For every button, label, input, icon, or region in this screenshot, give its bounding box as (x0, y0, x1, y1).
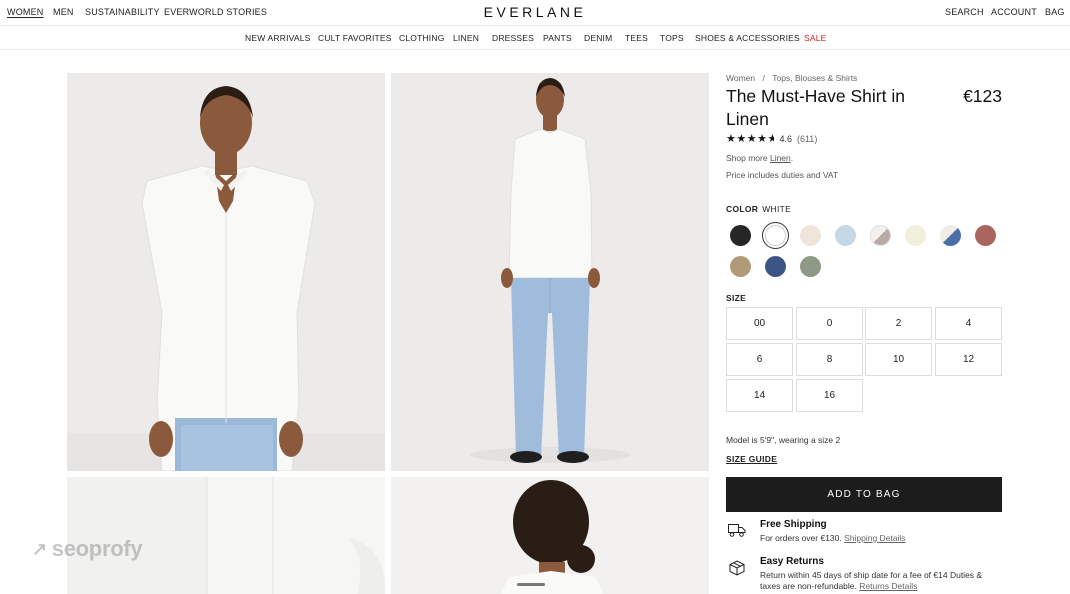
easy-returns-text: Return within 45 days of ship date for a… (760, 570, 1002, 592)
rating-value: 4.6 (779, 133, 792, 144)
watermark: ↗ seoprofy (32, 536, 143, 562)
breadcrumb-separator: / (762, 73, 765, 83)
swatch-white-selected[interactable] (762, 222, 789, 249)
product-image-back-view[interactable] (391, 477, 709, 594)
returns-details-link[interactable]: Returns Details (859, 581, 917, 591)
breadcrumb: Women / Tops, Blouses & Shirts (726, 73, 1002, 83)
shop-more-prefix: Shop more (726, 153, 768, 163)
size-option[interactable]: 16 (796, 379, 863, 412)
size-option[interactable]: 00 (726, 307, 793, 340)
size-option[interactable]: 8 (796, 343, 863, 376)
selected-color-name: WHITE (762, 204, 792, 214)
cat-new-arrivals[interactable]: NEW ARRIVALS (245, 33, 311, 43)
top-navigation: WOMEN MEN SUSTAINABILITY EVERWORLD STORI… (0, 0, 1070, 26)
cat-cult-favorites[interactable]: CULT FAVORITES (318, 33, 392, 43)
color-heading: COLOR (726, 204, 759, 214)
cat-sale[interactable]: SALE (804, 33, 827, 43)
swatch-navy[interactable] (765, 256, 786, 277)
easy-returns-title: Easy Returns (760, 556, 824, 567)
cat-denim[interactable]: DENIM (584, 33, 612, 43)
product-title: The Must-Have Shirt in Linen (726, 86, 905, 129)
size-option[interactable]: 0 (796, 307, 863, 340)
free-shipping-title: Free Shipping (760, 519, 827, 530)
cat-shoes-accessories[interactable]: SHOES & ACCESSORIES (695, 33, 800, 43)
swatch-blue-white-split[interactable] (940, 225, 961, 246)
nav-bag[interactable]: BAG (1045, 7, 1065, 17)
breadcrumb-tops[interactable]: Tops, Blouses & Shirts (772, 73, 857, 83)
vat-note: Price includes duties and VAT (726, 170, 839, 180)
size-option[interactable]: 14 (726, 379, 793, 412)
shop-more-linen-link[interactable]: Linen (770, 153, 791, 163)
cat-clothing[interactable]: CLOTHING (399, 33, 445, 43)
nav-search[interactable]: SEARCH (945, 7, 984, 17)
shop-more-suffix: . (790, 153, 794, 163)
nav-account[interactable]: ACCOUNT (991, 7, 1037, 17)
free-shipping-info: Free Shipping For orders over €130. Ship… (726, 519, 1002, 549)
arrow-up-right-icon: ↗ (32, 538, 47, 559)
model-back-illustration (391, 477, 709, 594)
free-shipping-text: For orders over €130. Shipping Details (760, 533, 1002, 544)
cat-tees[interactable]: TEES (625, 33, 648, 43)
add-to-bag-button[interactable]: ADD TO BAG (726, 477, 1002, 512)
color-label: COLOR WHITE (726, 204, 791, 214)
model-closeup-illustration (67, 73, 385, 471)
swatch-rose-brown[interactable] (975, 225, 996, 246)
rating-count: (611) (796, 133, 818, 144)
shipping-details-link[interactable]: Shipping Details (844, 533, 905, 543)
truck-icon (728, 524, 746, 537)
swatch-grey-white-split[interactable] (870, 225, 891, 246)
cat-dresses[interactable]: DRESSES (492, 33, 534, 43)
cat-pants[interactable]: PANTS (543, 33, 572, 43)
box-icon (729, 560, 745, 576)
swatch-khaki[interactable] (730, 256, 751, 277)
star-rating-icon: ★★★★★ (726, 133, 775, 145)
size-option[interactable]: 12 (935, 343, 1002, 376)
size-option[interactable]: 6 (726, 343, 793, 376)
watermark-text: seoprofy (51, 536, 143, 561)
model-size-note: Model is 5'9", wearing a size 2 (726, 435, 841, 445)
cat-tops[interactable]: TOPS (660, 33, 684, 43)
swatch-light-blue[interactable] (835, 225, 856, 246)
swatch-ivory[interactable] (905, 225, 926, 246)
breadcrumb-women[interactable]: Women (726, 73, 755, 83)
free-shipping-description: For orders over €130. (760, 533, 842, 543)
cat-linen[interactable]: LINEN (453, 33, 479, 43)
model-full-length-illustration (391, 73, 709, 471)
swatch-cream[interactable] (800, 225, 821, 246)
product-price: €123 (963, 86, 1002, 106)
product-rating[interactable]: ★★★★★ 4.6 (611) (726, 132, 817, 145)
product-details-panel: Women / Tops, Blouses & Shirts The Must-… (726, 73, 1002, 591)
shop-more-text: Shop more Linen. (726, 153, 793, 163)
product-image-full-length[interactable] (391, 73, 709, 471)
product-image-front-closeup[interactable] (67, 73, 385, 471)
easy-returns-info: Easy Returns Return within 45 days of sh… (726, 556, 1002, 594)
size-label: SIZE (726, 293, 747, 303)
swatch-black[interactable] (730, 225, 751, 246)
size-option[interactable]: 4 (935, 307, 1002, 340)
size-guide-link[interactable]: SIZE GUIDE (726, 454, 777, 464)
brand-logo[interactable]: EVERLANE (0, 4, 1070, 20)
swatch-sage[interactable] (800, 256, 821, 277)
size-option[interactable]: 10 (865, 343, 932, 376)
category-navigation: NEW ARRIVALS CULT FAVORITES CLOTHING LIN… (0, 26, 1070, 50)
size-option[interactable]: 2 (865, 307, 932, 340)
